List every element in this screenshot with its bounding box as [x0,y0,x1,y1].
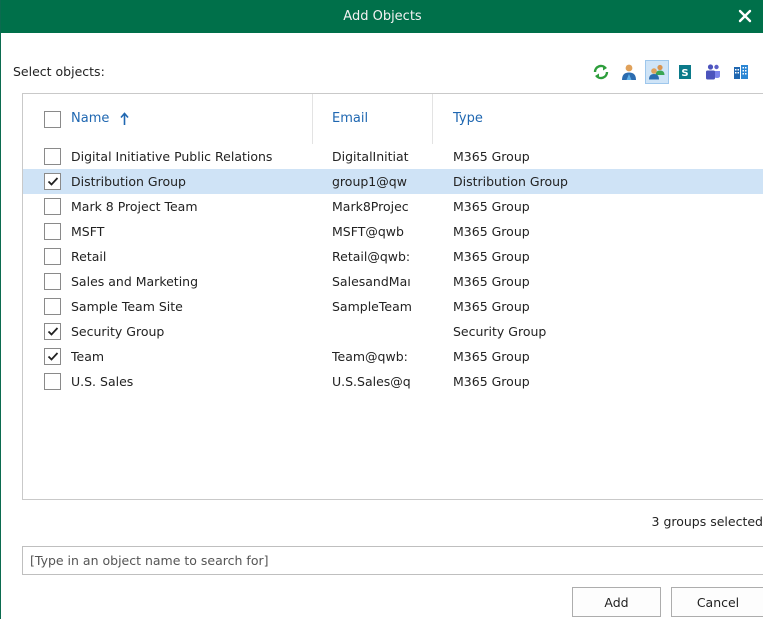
sites-filter-button[interactable]: S [673,60,697,84]
email-cell: DigitalInitiat [332,149,409,164]
type-cell: Distribution Group [453,174,568,189]
organization-filter-button[interactable] [729,60,753,84]
table-row[interactable]: Security Group Security Group [23,319,763,344]
email-cell: Team@qwb: [332,349,408,364]
refresh-icon [593,64,609,80]
sharepoint-site-icon: S [679,65,691,79]
row-checkbox[interactable] [44,323,61,340]
refresh-button[interactable] [589,60,613,84]
organization-icon [734,65,748,79]
name-cell: Sample Team Site [71,299,183,314]
table-row[interactable]: MSFT MSFT@qwb M365 Group [23,219,763,244]
name-cell: Mark 8 Project Team [71,199,198,214]
type-cell: M365 Group [453,374,530,389]
group-icon [649,64,665,80]
row-checkbox[interactable] [44,298,61,315]
object-type-toolbar: S [589,59,753,85]
name-cell: Retail [71,249,107,264]
table-row[interactable]: Sales and Marketing SalesandMaı M365 Group [23,269,763,294]
column-header-type[interactable]: Type [453,94,483,144]
checkmark-icon [47,177,59,186]
table-row[interactable]: Retail Retail@qwb: M365 Group [23,244,763,269]
email-cell: U.S.Sales@q [332,374,411,389]
name-cell: Digital Initiative Public Relations [71,149,273,164]
select-objects-label: Select objects: [13,64,105,79]
teams-filter-button[interactable] [701,60,725,84]
dialog-title: Add Objects [343,9,422,24]
row-checkbox[interactable] [44,248,61,265]
objects-grid: Name Email Type Digital Initiative Publi… [22,93,763,500]
email-cell: MSFT@qwb [332,224,404,239]
name-cell: U.S. Sales [71,374,134,389]
search-input[interactable] [22,546,763,575]
grid-rows: Digital Initiative Public Relations Digit… [23,144,763,394]
email-cell: group1@qw [332,174,407,189]
row-checkbox[interactable] [44,198,61,215]
table-row[interactable]: Sample Team Site SampleTeam M365 Group [23,294,763,319]
add-objects-dialog: Add Objects Select objects: S Name Email… [0,0,763,619]
table-row[interactable]: Distribution Group group1@qw Distribution … [23,169,763,194]
email-cell: SampleTeam [332,299,412,314]
checkmark-icon [47,327,59,336]
type-cell: M365 Group [453,249,530,264]
column-header-email[interactable]: Email [332,94,368,144]
table-row[interactable]: Team Team@qwb: M365 Group [23,344,763,369]
checkmark-icon [47,352,59,361]
type-cell: M365 Group [453,199,530,214]
row-checkbox[interactable] [44,373,61,390]
row-checkbox[interactable] [44,273,61,290]
cancel-button[interactable]: Cancel [671,587,763,617]
close-icon[interactable] [736,7,754,25]
column-separator[interactable] [432,94,433,144]
add-button[interactable]: Add [572,587,661,617]
email-cell [332,319,416,344]
column-separator[interactable] [312,94,313,144]
grid-header: Name Email Type [23,94,763,144]
row-checkbox[interactable] [44,348,61,365]
name-cell: Sales and Marketing [71,274,199,289]
row-checkbox[interactable] [44,223,61,240]
email-cell: SalesandMaı [332,274,411,289]
name-cell: Security Group [71,324,165,339]
selection-status: 3 groups selected [651,514,763,529]
type-cell: M365 Group [453,299,530,314]
type-cell: M365 Group [453,149,530,164]
table-row[interactable]: Mark 8 Project Team Mark8Projec M365 Group [23,194,763,219]
email-cell: Retail@qwb: [332,249,411,264]
table-row[interactable]: Digital Initiative Public Relations Digit… [23,144,763,169]
row-checkbox[interactable] [44,173,61,190]
teams-icon [706,64,720,80]
sort-ascending-icon [119,94,129,144]
users-filter-button[interactable] [617,60,641,84]
svg-text:S: S [681,68,688,79]
name-cell: MSFT [71,224,105,239]
row-checkbox[interactable] [44,148,61,165]
type-cell: M365 Group [453,224,530,239]
groups-filter-button[interactable] [645,60,669,84]
table-row[interactable]: U.S. Sales U.S.Sales@q M365 Group [23,369,763,394]
select-all-checkbox[interactable] [44,111,61,128]
user-icon [622,64,636,80]
type-cell: M365 Group [453,349,530,364]
type-cell: M365 Group [453,274,530,289]
type-cell: Security Group [453,324,547,339]
column-header-name[interactable]: Name [71,94,129,144]
name-cell: Distribution Group [71,174,186,189]
title-bar: Add Objects [1,0,763,33]
name-cell: Team [71,349,105,364]
email-cell: Mark8Projec [332,199,409,214]
